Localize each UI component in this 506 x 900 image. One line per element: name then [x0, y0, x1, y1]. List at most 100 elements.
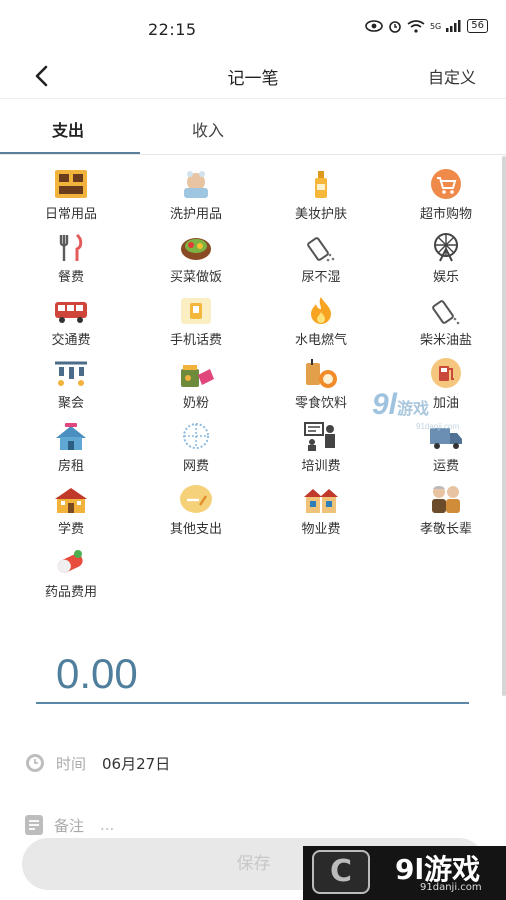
category-label: 零食饮料 — [294, 396, 347, 411]
category-label: 娱乐 — [432, 270, 459, 285]
customize-button[interactable]: 自定义 — [428, 64, 476, 88]
time-label: 时间 — [56, 754, 87, 773]
category-item[interactable]: 日常用品 — [8, 164, 134, 224]
app-bar: 记一笔 自定义 — [0, 58, 506, 99]
category-item[interactable]: 水电燃气 — [258, 290, 384, 350]
tab-indicator — [0, 152, 140, 154]
clock-icon — [26, 754, 44, 772]
flame-icon — [311, 297, 331, 324]
category-item[interactable]: 零食饮料 — [258, 353, 384, 413]
category-label: 手机话费 — [169, 333, 222, 348]
medicine-pill-icon — [57, 550, 83, 573]
category-item[interactable]: 聚会 — [8, 353, 134, 413]
category-item[interactable]: 娱乐 — [383, 227, 506, 287]
note-label: 备注 — [54, 816, 85, 835]
powder-bottle-icon — [307, 237, 335, 262]
milk-powder-icon — [181, 365, 214, 387]
category-item[interactable]: 网费 — [133, 416, 259, 476]
watermark-c-logo: C — [312, 850, 370, 894]
category-label: 孝敬长辈 — [419, 522, 472, 537]
eye-icon — [365, 20, 383, 32]
category-item[interactable]: 洗护用品 — [133, 164, 259, 224]
phone-bill-icon — [181, 298, 211, 324]
category-item[interactable]: 孝敬长辈 — [383, 479, 506, 539]
watermark-url-bottom: 91danji.com — [420, 882, 482, 893]
fuel-pump-icon — [431, 358, 461, 388]
category-item[interactable]: 交通费 — [8, 290, 134, 350]
amount-display[interactable]: 0.00 — [56, 650, 138, 698]
category-item[interactable]: 药品费用 — [8, 542, 134, 602]
category-item[interactable]: 美妆护肤 — [258, 164, 384, 224]
salt-shaker-icon — [432, 300, 460, 325]
category-item[interactable]: 餐费 — [8, 227, 134, 287]
cosmetics-icon — [315, 171, 327, 198]
training-icon — [304, 422, 335, 451]
category-item[interactable]: 其他支出 — [133, 479, 259, 539]
scrollbar[interactable] — [502, 156, 506, 696]
daily-goods-icon — [55, 170, 87, 198]
bus-icon — [55, 302, 87, 323]
category-item[interactable]: 手机话费 — [133, 290, 259, 350]
time-row[interactable]: 时间 06月27日 — [24, 752, 170, 774]
category-label: 物业费 — [301, 522, 341, 537]
toiletries-icon — [184, 171, 208, 198]
wifi-icon — [407, 19, 425, 33]
category-label: 超市购物 — [419, 207, 472, 222]
other-expense-icon — [180, 485, 212, 513]
school-icon — [55, 488, 87, 513]
tab-bar: 支出 收入 — [0, 100, 506, 155]
watermark-url: 91danji.com — [416, 422, 460, 431]
category-item[interactable]: 物业费 — [258, 479, 384, 539]
category-item[interactable]: 培训费 — [258, 416, 384, 476]
note-icon — [25, 815, 43, 835]
cooking-pot-icon — [181, 238, 211, 260]
category-label: 美妆护肤 — [294, 207, 347, 222]
amount-underline — [36, 702, 469, 704]
watermark-logo: 9l游戏 91danji.com — [372, 388, 459, 431]
category-item[interactable]: 买菜做饭 — [133, 227, 259, 287]
ferris-wheel-icon — [434, 233, 458, 262]
category-label: 药品费用 — [44, 585, 97, 600]
category-item[interactable]: 学费 — [8, 479, 134, 539]
category-label: 水电燃气 — [294, 333, 347, 348]
watermark-brand: 游戏 — [397, 401, 430, 418]
alarm-icon — [389, 21, 401, 33]
category-label: 买菜做饭 — [169, 270, 222, 285]
tab-income[interactable]: 收入 — [192, 117, 224, 141]
category-label: 房租 — [57, 459, 84, 474]
note-row[interactable]: 备注 ... — [24, 814, 114, 836]
category-label: 交通费 — [51, 333, 91, 348]
category-label: 其他支出 — [169, 522, 222, 537]
party-lanterns-icon — [55, 361, 87, 386]
fork-knife-icon — [59, 233, 83, 261]
note-placeholder[interactable]: ... — [100, 816, 114, 834]
category-label: 洗护用品 — [169, 207, 222, 222]
category-item[interactable]: 柴米油盐 — [383, 290, 506, 350]
status-icons: 5G 56 — [365, 19, 488, 33]
category-label: 培训费 — [301, 459, 341, 474]
tab-expense[interactable]: 支出 — [52, 117, 84, 141]
category-item[interactable]: 房租 — [8, 416, 134, 476]
category-label: 聚会 — [57, 396, 84, 411]
time-value[interactable]: 06月27日 — [102, 753, 170, 774]
category-label: 奶粉 — [182, 396, 209, 411]
category-item[interactable]: 奶粉 — [133, 353, 259, 413]
supermarket-cart-icon — [431, 169, 461, 199]
status-time: 22:15 — [148, 20, 197, 39]
property-building-icon — [304, 489, 338, 513]
watermark-number: 9l — [372, 388, 398, 421]
battery-icon: 56 — [467, 19, 488, 33]
house-icon — [56, 423, 86, 450]
network-type: 5G — [429, 21, 442, 31]
category-label: 餐费 — [57, 270, 84, 285]
signal-icon — [446, 20, 461, 32]
category-label: 尿不湿 — [301, 270, 341, 285]
snack-drink-icon — [306, 359, 337, 388]
category-item[interactable]: 超市购物 — [383, 164, 506, 224]
category-item[interactable]: 尿不湿 — [258, 227, 384, 287]
category-label: 柴米油盐 — [419, 333, 472, 348]
category-label: 运费 — [432, 459, 459, 474]
category-label: 网费 — [182, 459, 209, 474]
elders-icon — [432, 486, 460, 513]
status-bar: 22:15 5G 56 — [0, 0, 506, 58]
